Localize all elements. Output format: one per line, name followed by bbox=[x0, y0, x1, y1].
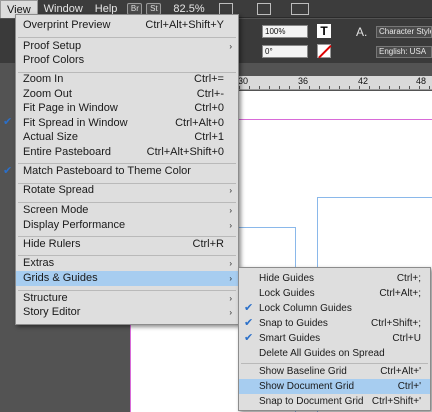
menu-item-entire-pasteboard[interactable]: Entire Pasteboard Ctrl+Alt+Shift+0 bbox=[16, 145, 238, 160]
stroke-none-icon[interactable] bbox=[317, 44, 331, 58]
menu-item-zoom-in[interactable]: Zoom In Ctrl+= bbox=[16, 72, 238, 87]
menu-item-match-pasteboard[interactable]: Match Pasteboard to Theme Color bbox=[16, 164, 238, 179]
menu-item-structure[interactable]: Structure › bbox=[16, 291, 238, 306]
menu-item-delete-all-guides[interactable]: Delete All Guides on Spread bbox=[239, 346, 430, 361]
ruler-label: 48 bbox=[416, 76, 427, 86]
checkmark-icon: ✔ bbox=[244, 317, 254, 329]
text-color-icon[interactable]: T bbox=[317, 24, 331, 38]
menu-item-overprint-preview[interactable]: Overprint Preview Ctrl+Alt+Shift+Y bbox=[16, 18, 238, 33]
skew-field[interactable]: 0° bbox=[262, 45, 308, 58]
menu-item-fit-spread[interactable]: Fit Spread in Window Ctrl+Alt+0 bbox=[16, 116, 238, 131]
view-menu: Overprint Preview Ctrl+Alt+Shift+Y Proof… bbox=[15, 14, 239, 325]
submenu-arrow-icon: › bbox=[229, 186, 232, 195]
menu-item-snap-to-document-grid[interactable]: Snap to Document Grid Ctrl+Shift+' bbox=[239, 394, 430, 409]
menu-item-show-document-grid[interactable]: Show Document Grid Ctrl+' bbox=[239, 379, 430, 394]
grids-guides-submenu: Hide Guides Ctrl+; Lock Guides Ctrl+Alt+… bbox=[238, 267, 431, 411]
scale-field[interactable]: 100% bbox=[262, 25, 308, 38]
menu-separator bbox=[18, 37, 236, 38]
menu-item-rotate-spread[interactable]: Rotate Spread › bbox=[16, 183, 238, 198]
checkmark-icon: ✔ bbox=[244, 302, 254, 314]
zoom-level[interactable]: 82.5% bbox=[173, 3, 204, 15]
submenu-arrow-icon: › bbox=[229, 308, 232, 317]
screen-mode-icon[interactable] bbox=[256, 2, 271, 15]
menu-item-fit-page[interactable]: Fit Page in Window Ctrl+0 bbox=[16, 101, 238, 116]
menu-item-zoom-out[interactable]: Zoom Out Ctrl+- bbox=[16, 87, 238, 102]
submenu-arrow-icon: › bbox=[229, 206, 232, 215]
menu-item-smart-guides[interactable]: ✔ Smart Guides Ctrl+U bbox=[239, 331, 430, 346]
menu-item-grids-guides[interactable]: Grids & Guides › bbox=[16, 271, 238, 286]
menu-item-show-baseline-grid[interactable]: Show Baseline Grid Ctrl+Alt+' bbox=[239, 364, 430, 379]
menu-item-lock-guides[interactable]: Lock Guides Ctrl+Alt+; bbox=[239, 286, 430, 301]
submenu-arrow-icon: › bbox=[229, 221, 232, 230]
arrange-documents-icon[interactable] bbox=[290, 2, 309, 15]
menu-item-display-performance[interactable]: Display Performance › bbox=[16, 218, 238, 233]
character-style-select[interactable]: Character Style 1 bbox=[376, 26, 432, 38]
menu-item-hide-rulers[interactable]: Hide Rulers Ctrl+R bbox=[16, 237, 238, 252]
ruler-label: 36 bbox=[298, 76, 309, 86]
language-select[interactable]: English: USA bbox=[376, 46, 432, 58]
character-style-icon: A. bbox=[356, 25, 368, 39]
menu-item-screen-mode[interactable]: Screen Mode › bbox=[16, 203, 238, 218]
menu-item-proof-setup[interactable]: Proof Setup › bbox=[16, 39, 238, 54]
submenu-arrow-icon: › bbox=[229, 294, 232, 303]
frame-edge bbox=[317, 197, 432, 198]
menu-item-proof-colors[interactable]: Proof Colors bbox=[16, 53, 238, 68]
menu-item-extras[interactable]: Extras › bbox=[16, 256, 238, 271]
submenu-arrow-icon: › bbox=[229, 42, 232, 51]
stock-button[interactable]: St bbox=[146, 2, 162, 15]
checkmark-icon: ✔ bbox=[244, 332, 254, 344]
bridge-button[interactable]: Br bbox=[127, 2, 143, 15]
menu-item-lock-column-guides[interactable]: ✔ Lock Column Guides bbox=[239, 301, 430, 316]
menu-item-snap-to-guides[interactable]: ✔ Snap to Guides Ctrl+Shift+; bbox=[239, 316, 430, 331]
view-options-icon[interactable] bbox=[218, 2, 233, 15]
checkmark-icon: ✔ bbox=[3, 165, 13, 177]
checkmark-icon: ✔ bbox=[3, 116, 13, 128]
menu-item-story-editor[interactable]: Story Editor › bbox=[16, 305, 238, 320]
menu-item-hide-guides[interactable]: Hide Guides Ctrl+; bbox=[239, 271, 430, 286]
submenu-arrow-icon: › bbox=[229, 259, 232, 268]
ruler-label: 42 bbox=[358, 76, 369, 86]
submenu-arrow-icon: › bbox=[229, 274, 232, 283]
menu-item-actual-size[interactable]: Actual Size Ctrl+1 bbox=[16, 130, 238, 145]
ruler-label: 30 bbox=[238, 76, 249, 86]
